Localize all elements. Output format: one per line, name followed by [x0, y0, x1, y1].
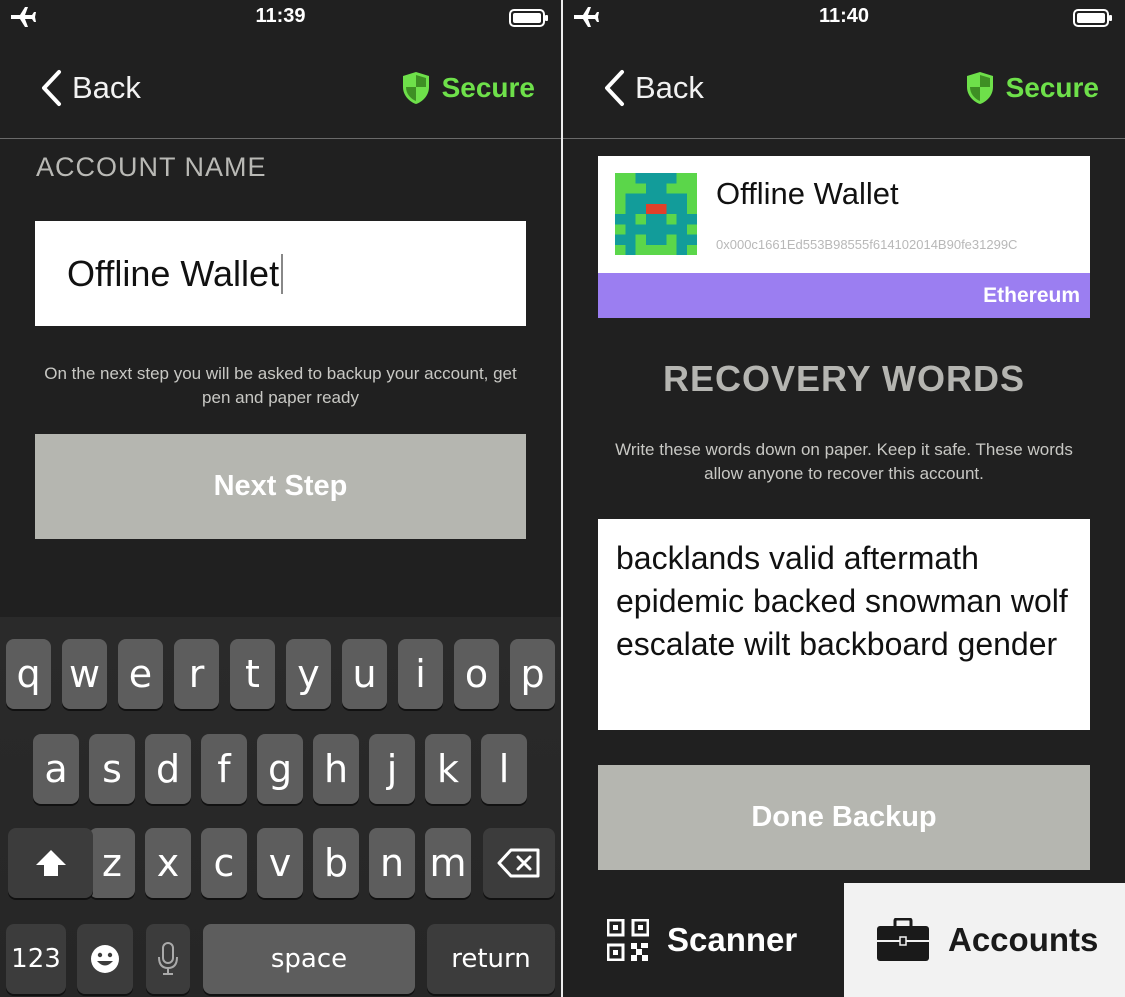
done-backup-button[interactable]: Done Backup: [598, 765, 1090, 870]
back-chevron-icon: [605, 70, 624, 106]
shift-icon: [35, 850, 66, 876]
account-name-input[interactable]: Offline Wallet: [35, 221, 526, 326]
key-w[interactable]: w: [62, 639, 107, 709]
right-screen: 11:40 Back Secure Offline Wallet 0x000c1…: [563, 0, 1125, 997]
key-a[interactable]: a: [33, 734, 79, 804]
shield-icon: [402, 72, 429, 104]
back-button[interactable]: Back: [40, 68, 141, 108]
secure-indicator[interactable]: Secure: [402, 68, 535, 108]
status-time: 11:39: [255, 5, 306, 27]
key-q[interactable]: q: [6, 639, 51, 709]
key-r[interactable]: r: [174, 639, 219, 709]
tab-accounts[interactable]: Accounts: [844, 883, 1125, 997]
key-s[interactable]: s: [89, 734, 135, 804]
secure-label: Secure: [441, 72, 535, 103]
shield-icon: [966, 72, 993, 104]
briefcase-icon: [877, 918, 929, 961]
text-caret: [281, 253, 284, 294]
key-g[interactable]: g: [257, 734, 303, 804]
battery-icon: [509, 9, 548, 27]
backup-hint: On the next step you will be asked to ba…: [44, 364, 517, 407]
key-c[interactable]: c: [201, 828, 247, 898]
identicon-avatar: [615, 173, 697, 255]
key-u[interactable]: u: [342, 639, 387, 709]
battery-icon: [1073, 9, 1112, 27]
delete-icon: [497, 848, 540, 878]
key-y[interactable]: y: [286, 639, 331, 709]
delete-key[interactable]: [483, 828, 555, 898]
key-f[interactable]: f: [201, 734, 247, 804]
qr-code-icon: [607, 919, 649, 961]
space-key[interactable]: space: [203, 924, 415, 994]
nav-bar: Back Secure: [563, 36, 1125, 139]
key-m[interactable]: m: [425, 828, 471, 898]
key-j[interactable]: j: [369, 734, 415, 804]
key-n[interactable]: n: [369, 828, 415, 898]
shift-key[interactable]: [8, 828, 93, 898]
emoji-icon: [91, 945, 119, 973]
back-label: Back: [72, 70, 141, 105]
key-t[interactable]: t: [230, 639, 275, 709]
recovery-title: RECOVERY WORDS: [662, 358, 1026, 399]
back-chevron-icon: [42, 70, 61, 106]
key-z[interactable]: z: [89, 828, 135, 898]
return-key[interactable]: return: [427, 924, 555, 994]
tab-scanner-label: Scanner: [667, 921, 798, 958]
tab-accounts-label: Accounts: [948, 921, 1099, 958]
tab-scanner[interactable]: Scanner: [563, 883, 844, 997]
key-e[interactable]: e: [118, 639, 163, 709]
key-b[interactable]: b: [313, 828, 359, 898]
account-name-value: Offline Wallet: [67, 252, 280, 294]
wallet-name: Offline Wallet: [716, 176, 899, 211]
secure-indicator[interactable]: Secure: [966, 68, 1099, 108]
account-name-label: ACCOUNT NAME: [36, 152, 267, 182]
status-bar: 11:39: [0, 0, 561, 36]
key-v[interactable]: v: [257, 828, 303, 898]
numbers-key[interactable]: 123: [6, 924, 66, 994]
wallet-address: 0x000c1661Ed553B98555f614102014B90fe3129…: [716, 237, 1018, 252]
key-x[interactable]: x: [145, 828, 191, 898]
next-step-button[interactable]: Next Step: [35, 434, 526, 539]
key-i[interactable]: i: [398, 639, 443, 709]
key-p[interactable]: p: [510, 639, 555, 709]
key-k[interactable]: k: [425, 734, 471, 804]
key-d[interactable]: d: [145, 734, 191, 804]
nav-bar: Back Secure: [0, 36, 561, 139]
left-screen: 11:39 Back Secure ACCOUNT NAME Offline W…: [0, 0, 561, 997]
secure-label: Secure: [1005, 72, 1099, 103]
key-o[interactable]: o: [454, 639, 499, 709]
account-card[interactable]: Offline Wallet 0x000c1661Ed553B98555f614…: [598, 156, 1090, 318]
status-time: 11:40: [818, 5, 870, 27]
keyboard: qwertyuiop asdfghjkl zxcvbnm 123 space r…: [0, 617, 561, 997]
back-label: Back: [635, 70, 704, 105]
network-badge: Ethereum: [598, 273, 1090, 318]
status-bar: 11:40: [563, 0, 1125, 36]
recovery-words-box[interactable]: backlands valid aftermath epidemic backe…: [598, 519, 1090, 730]
microphone-icon: [158, 942, 178, 975]
dictation-key[interactable]: [146, 924, 190, 994]
key-h[interactable]: h: [313, 734, 359, 804]
emoji-key[interactable]: [77, 924, 133, 994]
key-l[interactable]: l: [481, 734, 527, 804]
recovery-hint: Write these words down on paper. Keep it…: [615, 440, 1073, 483]
back-button[interactable]: Back: [603, 68, 704, 108]
tab-bar: Scanner Accounts: [563, 883, 1125, 997]
